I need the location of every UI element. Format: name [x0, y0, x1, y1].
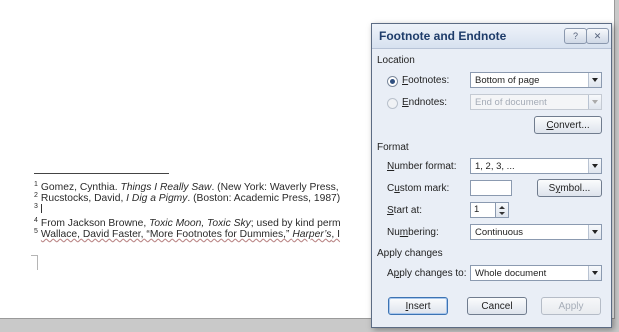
footnote-number: 2 [34, 191, 38, 199]
footnote-5[interactable]: 5 Wallace, David Faster, “More Footnotes … [34, 227, 341, 240]
accel-key: S [387, 205, 394, 216]
label-text: A [387, 268, 394, 279]
footnote-number: 3 [34, 202, 38, 210]
footnote-separator [34, 173, 169, 174]
footnote-text: Rucstocks, David, [40, 193, 127, 204]
footnote-text: Gomez, Cynthia. [40, 182, 121, 193]
select-value: Bottom of page [475, 75, 540, 86]
location-heading: Location [377, 55, 415, 66]
footnote-2[interactable]: 2 Rucstocks, David, I Dig a Pigmy. (Bosto… [34, 191, 341, 204]
footnote-4[interactable]: 4 From Jackson Browne, Toxic Moon, Toxic … [34, 216, 341, 229]
footnote-3[interactable]: 3 [34, 202, 42, 215]
endnotes-position-select[interactable]: End of document [470, 94, 602, 110]
number-format-select[interactable]: 1, 2, 3, ... [470, 158, 602, 174]
footnote-text: . (New York: Waverly Press, [211, 182, 339, 193]
apply-changes-heading: Apply changes [377, 248, 443, 259]
footnotes-label: Footnotes: [402, 75, 449, 86]
select-value: 1, 2, 3, ... [475, 161, 515, 172]
select-value: Whole document [475, 268, 547, 279]
insert-button[interactable]: Insert [388, 297, 448, 315]
apply-changes-to-label: Apply changes to: [387, 268, 467, 279]
footnote-text: From Jackson Browne, [40, 218, 150, 229]
margin-corner-mark [37, 256, 38, 270]
spin-up-icon[interactable] [499, 206, 505, 209]
dialog-title: Footnote and Endnote [379, 29, 507, 43]
label-text: Nu [387, 227, 400, 238]
chevron-down-icon [588, 73, 601, 87]
numbering-select[interactable]: Continuous [470, 224, 602, 240]
label-text: bering: [408, 227, 439, 238]
label-text: umber format: [394, 161, 457, 172]
button-label: nsert [408, 301, 431, 312]
footnote-text: , I [331, 229, 341, 240]
symbol-button[interactable]: Symbol... [537, 179, 602, 197]
close-icon[interactable]: ✕ [586, 28, 609, 44]
footnote-text: Wallace, David Faster, “More Footnotes f… [40, 229, 293, 240]
custom-mark-input[interactable] [470, 180, 512, 196]
spin-down-icon[interactable] [499, 212, 505, 215]
numbering-label: Numbering: [387, 227, 439, 238]
endnotes-label: Endnotes: [402, 97, 447, 108]
start-at-spinner[interactable] [496, 202, 509, 218]
chevron-down-icon [588, 266, 601, 280]
button-label: onvert... [553, 120, 590, 131]
start-at-label: Start at: [387, 205, 422, 216]
apply-button[interactable]: Apply [541, 297, 601, 315]
accel-key: E [402, 97, 409, 108]
select-value: Continuous [475, 227, 524, 238]
custom-mark-label: Custom mark: [387, 183, 449, 194]
footnotes-position-select[interactable]: Bottom of page [470, 72, 602, 88]
label-text: stom mark: [399, 183, 450, 194]
footnote-title: Toxic Moon, Toxic Sky [149, 218, 251, 229]
footnote-title: Things I Really Saw [120, 182, 212, 193]
footnote-endnote-dialog: Footnote and Endnote ? ✕ Location Footno… [371, 23, 612, 328]
number-format-label: Number format: [387, 161, 456, 172]
chevron-down-icon [588, 225, 601, 239]
footnote-title: Harper’s [292, 229, 332, 240]
accel-key: C [546, 120, 554, 131]
footnote-number: 5 [34, 227, 38, 235]
label-text: ootnotes: [408, 75, 450, 86]
chevron-down-icon [588, 95, 601, 109]
footnote-1[interactable]: 1 Gomez, Cynthia. Things I Really Saw. (N… [34, 180, 339, 193]
text-cursor [40, 204, 42, 213]
convert-button[interactable]: Convert... [534, 116, 602, 134]
footnote-number: 4 [34, 216, 38, 224]
select-value: End of document [475, 97, 547, 108]
label-text: tart at: [393, 205, 423, 216]
accel-key: m [399, 227, 409, 238]
apply-changes-to-select[interactable]: Whole document [470, 265, 602, 281]
chevron-down-icon [588, 159, 601, 173]
endnotes-radio[interactable] [387, 98, 398, 109]
format-heading: Format [377, 142, 409, 153]
start-at-input[interactable]: 1 [470, 202, 496, 218]
label-text: ply changes to: [399, 268, 467, 279]
help-icon[interactable]: ? [564, 28, 587, 44]
footnote-title: I Dig a Pigmy [126, 193, 188, 204]
footnote-number: 1 [34, 180, 38, 188]
dialog-titlebar[interactable]: Footnote and Endnote ? ✕ [372, 24, 611, 49]
footnote-text: ; used by kind perm [250, 218, 341, 229]
footnotes-radio[interactable] [387, 76, 398, 87]
button-label: mbol... [560, 183, 591, 194]
label-text: ndnotes: [408, 97, 448, 108]
cancel-button[interactable]: Cancel [467, 297, 527, 315]
footnote-text: . (Boston: Academic Press, 1987) [187, 193, 341, 204]
